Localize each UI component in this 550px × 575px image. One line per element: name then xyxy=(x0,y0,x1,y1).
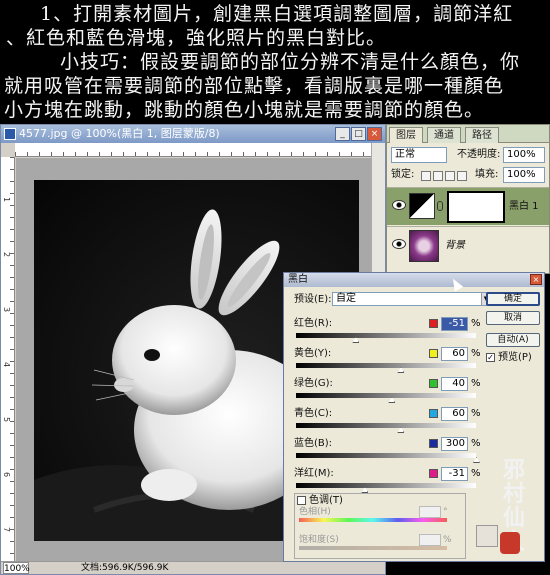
layers-panel: 图层 通道 路径 正常 不透明度: 100% 锁定: 填充: 100% 黑白 1… xyxy=(386,124,550,274)
layers-tabs: 图层 通道 路径 xyxy=(387,125,549,143)
percent-label: % xyxy=(471,378,481,389)
slider-value-input[interactable]: 60 xyxy=(441,407,468,421)
slider-label: 洋红(M): xyxy=(294,468,334,479)
photoshop-icon xyxy=(4,128,16,140)
dialog-title: 黑白 xyxy=(288,274,308,285)
ruler-number: 4 xyxy=(2,362,11,368)
slider-track[interactable] xyxy=(296,423,476,428)
slider-label: 青色(C): xyxy=(294,408,333,419)
status-bar: 100% 文档:596.9K/596.9K xyxy=(1,561,385,574)
layer-name: 背景 xyxy=(445,240,465,251)
slider-track[interactable] xyxy=(296,333,476,338)
tutorial-line-1: 1、打開素材圖片，創建黑白選項調整圖層，調節洋紅 xyxy=(40,3,514,25)
color-swatch xyxy=(429,319,438,328)
lock-transparency-icon[interactable] xyxy=(421,171,431,181)
link-chain-icon[interactable] xyxy=(437,201,443,211)
slider-value-input[interactable]: 300 xyxy=(441,437,468,451)
auto-button[interactable]: 自动(A) xyxy=(486,333,540,347)
ok-button[interactable]: 确定 xyxy=(486,292,540,306)
percent-label: % xyxy=(471,348,481,359)
opacity-input[interactable]: 100% xyxy=(503,147,545,163)
red-seal-stamp xyxy=(500,532,520,554)
lock-label: 锁定: xyxy=(391,169,415,180)
close-icon[interactable]: × xyxy=(530,274,542,285)
document-title-bar[interactable]: 4577.jpg @ 100%(黑白 1, 图层蒙版/8) _ □ × xyxy=(1,125,385,143)
lock-paint-icon[interactable] xyxy=(433,171,443,181)
tutorial-line-4: 就用吸管在需要調節的部位點擊，看調版裏是哪一種顏色 xyxy=(4,75,505,97)
zoom-field[interactable]: 100% xyxy=(3,562,30,574)
percent-label: % xyxy=(471,438,481,449)
percent-label: % xyxy=(471,318,481,329)
preset-value: 自定 xyxy=(336,293,356,304)
slider-label: 绿色(G): xyxy=(294,378,333,389)
vertical-ruler: 1 2 3 4 5 6 7 xyxy=(1,157,15,561)
slider-value-input[interactable]: -51 xyxy=(441,317,468,331)
preset-select[interactable]: 自定 ▼ xyxy=(332,292,492,306)
preset-label: 预设(E): xyxy=(294,294,332,305)
ruler-number: 3 xyxy=(2,307,11,313)
color-swatch xyxy=(429,439,438,448)
tab-channels[interactable]: 通道 xyxy=(427,127,461,143)
slider-value-input[interactable]: 40 xyxy=(441,377,468,391)
close-icon[interactable]: × xyxy=(367,127,382,141)
saturation-slider[interactable] xyxy=(299,546,447,550)
layer-mask-thumbnail[interactable] xyxy=(447,191,505,223)
fill-input[interactable]: 100% xyxy=(503,167,545,183)
layer-name: 黑白 1 xyxy=(509,201,539,212)
lock-move-icon[interactable] xyxy=(445,171,455,181)
maximize-icon[interactable]: □ xyxy=(351,127,366,141)
slider-track[interactable] xyxy=(296,453,476,458)
slider-value-input[interactable]: -31 xyxy=(441,467,468,481)
ruler-number: 2 xyxy=(2,252,11,258)
preview-checkbox[interactable]: ✓ xyxy=(486,353,495,362)
slider-label: 蓝色(B): xyxy=(294,438,333,449)
percent-label: % xyxy=(471,468,481,479)
ruler-number: 5 xyxy=(2,417,11,423)
adjustment-layer-icon xyxy=(409,193,435,219)
blend-mode-select[interactable]: 正常 xyxy=(391,147,447,163)
tint-checkbox[interactable] xyxy=(297,496,306,505)
dialog-title-bar[interactable]: 黑白 × xyxy=(284,273,544,287)
tutorial-text: 1、打開素材圖片，創建黑白選項調整圖層，調節洋紅 、紅色和藍色滑塊，強化照片的黑… xyxy=(0,0,550,120)
layer-row-background[interactable]: 背景 xyxy=(387,226,549,264)
slider-label: 黄色(Y): xyxy=(294,348,332,359)
slider-track[interactable] xyxy=(296,483,476,488)
ruler-number: 7 xyxy=(2,527,11,533)
color-swatch xyxy=(429,409,438,418)
minimize-icon[interactable]: _ xyxy=(335,127,350,141)
color-swatch xyxy=(429,349,438,358)
color-swatch xyxy=(429,379,438,388)
color-swatch xyxy=(429,469,438,478)
preview-label: 预览(P) xyxy=(498,352,532,363)
slider-label: 红色(R): xyxy=(294,318,333,329)
document-size: 文档:596.9K/596.9K xyxy=(81,563,169,573)
opacity-label: 不透明度: xyxy=(457,149,501,160)
fill-label: 填充: xyxy=(475,169,499,180)
percent-label: % xyxy=(471,408,481,419)
visibility-eye-icon[interactable] xyxy=(392,200,406,210)
document-title: 4577.jpg @ 100%(黑白 1, 图层蒙版/8) xyxy=(19,127,220,140)
lock-all-icon[interactable] xyxy=(457,171,467,181)
ruler-number: 6 xyxy=(2,472,11,478)
cancel-button[interactable]: 取消 xyxy=(486,311,540,325)
saturation-input[interactable] xyxy=(419,534,441,546)
slider-track[interactable] xyxy=(296,363,476,368)
tab-layers[interactable]: 图层 xyxy=(389,127,423,143)
ruler-number: 1 xyxy=(2,197,11,203)
hue-slider[interactable] xyxy=(299,518,447,522)
layer-row-blackwhite[interactable]: 黑白 1 xyxy=(387,187,549,225)
hue-input[interactable] xyxy=(419,506,441,518)
slider-track[interactable] xyxy=(296,393,476,398)
tab-paths[interactable]: 路径 xyxy=(465,127,499,143)
lock-icons xyxy=(421,169,469,182)
tutorial-line-2: 、紅色和藍色滑塊，強化照片的黑白對比。 xyxy=(6,27,387,49)
background-thumbnail xyxy=(409,230,439,262)
horizontal-ruler xyxy=(15,143,371,157)
slider-value-input[interactable]: 60 xyxy=(441,347,468,361)
visibility-eye-icon[interactable] xyxy=(392,239,406,249)
tutorial-line-5: 小方塊在跳動，跳動的顏色小塊就是需要調節的顏色。 xyxy=(4,99,485,120)
tutorial-line-3: 小技巧：假設要調節的部位分辨不清是什么顏色，你 xyxy=(60,51,521,73)
tint-group: 色调(T) 色相(H) ° 饱和度(S) % xyxy=(294,493,466,559)
